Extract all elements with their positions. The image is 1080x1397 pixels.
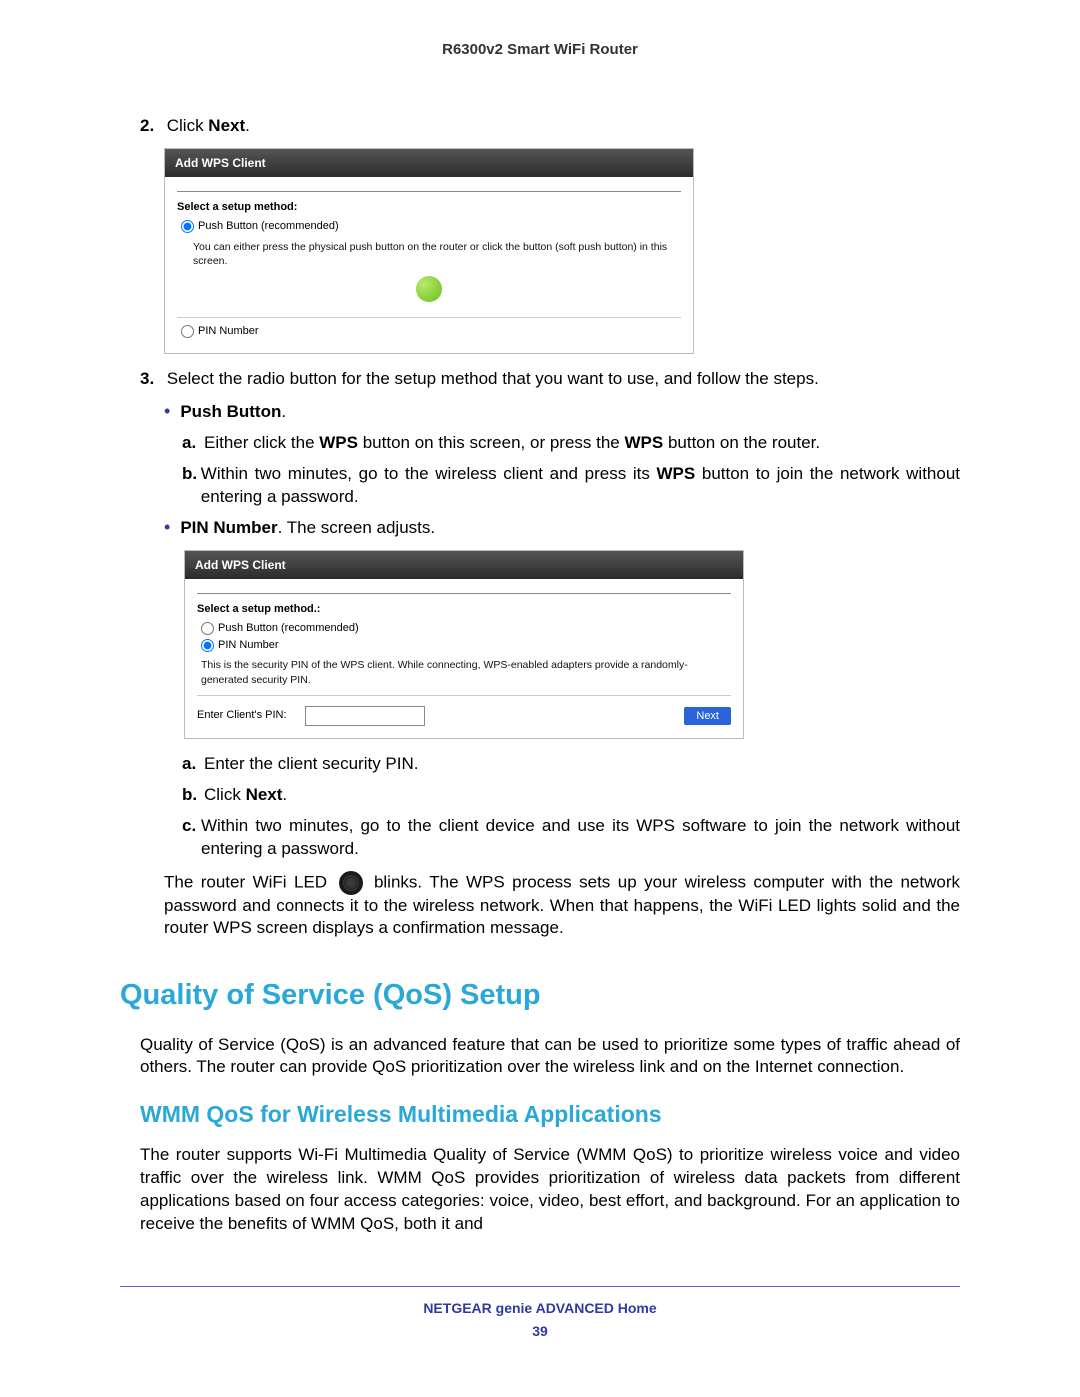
- push-button-sublist: • Push Button. a. Either click the WPS b…: [120, 401, 960, 540]
- wps-widget-push: Add WPS Client Select a setup method: Pu…: [164, 148, 694, 354]
- qos-heading: Quality of Service (QoS) Setup: [120, 976, 960, 1015]
- radio-pin-label: PIN Number: [198, 324, 259, 339]
- radio-pin-input[interactable]: [201, 639, 214, 652]
- step-3: 3. Select the radio button for the setup…: [120, 368, 960, 391]
- radio-push-label: Push Button (recommended): [198, 219, 339, 234]
- radio-push-button[interactable]: Push Button (recommended): [201, 621, 731, 636]
- select-method-label: Select a setup method:: [177, 200, 681, 215]
- wps-soft-button[interactable]: [416, 276, 442, 302]
- enter-pin-label: Enter Client's PIN:: [197, 708, 287, 723]
- widget-description: You can either press the physical push b…: [193, 240, 681, 268]
- substep-letter: b.: [182, 463, 201, 486]
- page-header: R6300v2 Smart WiFi Router: [120, 40, 960, 60]
- substep-b: Within two minutes, go to the wireless c…: [201, 463, 960, 509]
- substep-letter: a.: [182, 753, 204, 776]
- page-number: 39: [120, 1322, 960, 1341]
- pin-substep-b: Click Next.: [204, 784, 287, 807]
- substep-letter: b.: [182, 784, 204, 807]
- instruction-section: 2. Click Next. Add WPS Client Select a s…: [120, 115, 960, 940]
- radio-push-input[interactable]: [201, 622, 214, 635]
- wps-widget-pin: Add WPS Client Select a setup method.: P…: [184, 550, 744, 739]
- wmm-body: The router supports Wi-Fi Multimedia Qua…: [140, 1144, 960, 1236]
- push-button-label: Push Button: [180, 402, 281, 421]
- pin-number-label: PIN Number: [180, 518, 277, 537]
- step-bold: Next: [208, 116, 245, 135]
- radio-pin-label: PIN Number: [218, 638, 279, 653]
- step-text: Select the radio button for the setup me…: [167, 369, 819, 388]
- pin-substep-a: Enter the client security PIN.: [204, 753, 418, 776]
- widget-title: Add WPS Client: [185, 551, 743, 579]
- step-number: 2.: [140, 115, 162, 138]
- step-2: 2. Click Next.: [120, 115, 960, 138]
- step-text: Click: [167, 116, 209, 135]
- widget-title: Add WPS Client: [165, 149, 693, 177]
- bullet-icon: •: [164, 517, 170, 539]
- radio-pin-number[interactable]: PIN Number: [181, 324, 681, 339]
- client-pin-input[interactable]: [305, 706, 425, 726]
- footer-title: NETGEAR genie ADVANCED Home: [120, 1299, 960, 1318]
- substep-letter: c.: [182, 815, 201, 838]
- select-method-label: Select a setup method.:: [197, 602, 731, 617]
- step-number: 3.: [140, 368, 162, 391]
- wifi-led-paragraph: The router WiFi LED blinks. The WPS proc…: [164, 871, 960, 941]
- step-suffix: .: [245, 116, 250, 135]
- radio-push-label: Push Button (recommended): [218, 621, 359, 636]
- page-footer: NETGEAR genie ADVANCED Home 39: [120, 1286, 960, 1341]
- radio-pin-input[interactable]: [181, 325, 194, 338]
- bullet-icon: •: [164, 401, 170, 423]
- wifi-led-icon: [339, 871, 363, 895]
- pin-sublist: a. Enter the client security PIN. b. Cli…: [120, 753, 960, 861]
- next-button[interactable]: Next: [684, 707, 731, 725]
- wmm-heading: WMM QoS for Wireless Multimedia Applicat…: [140, 1099, 960, 1130]
- radio-pin-number[interactable]: PIN Number: [201, 638, 731, 653]
- pin-substep-c: Within two minutes, go to the client dev…: [201, 815, 960, 861]
- widget-description: This is the security PIN of the WPS clie…: [201, 658, 731, 686]
- radio-push-input[interactable]: [181, 220, 194, 233]
- substep-a: Either click the WPS button on this scre…: [204, 432, 820, 455]
- qos-intro: Quality of Service (QoS) is an advanced …: [140, 1034, 960, 1080]
- substep-letter: a.: [182, 432, 204, 455]
- radio-push-button[interactable]: Push Button (recommended): [181, 219, 681, 234]
